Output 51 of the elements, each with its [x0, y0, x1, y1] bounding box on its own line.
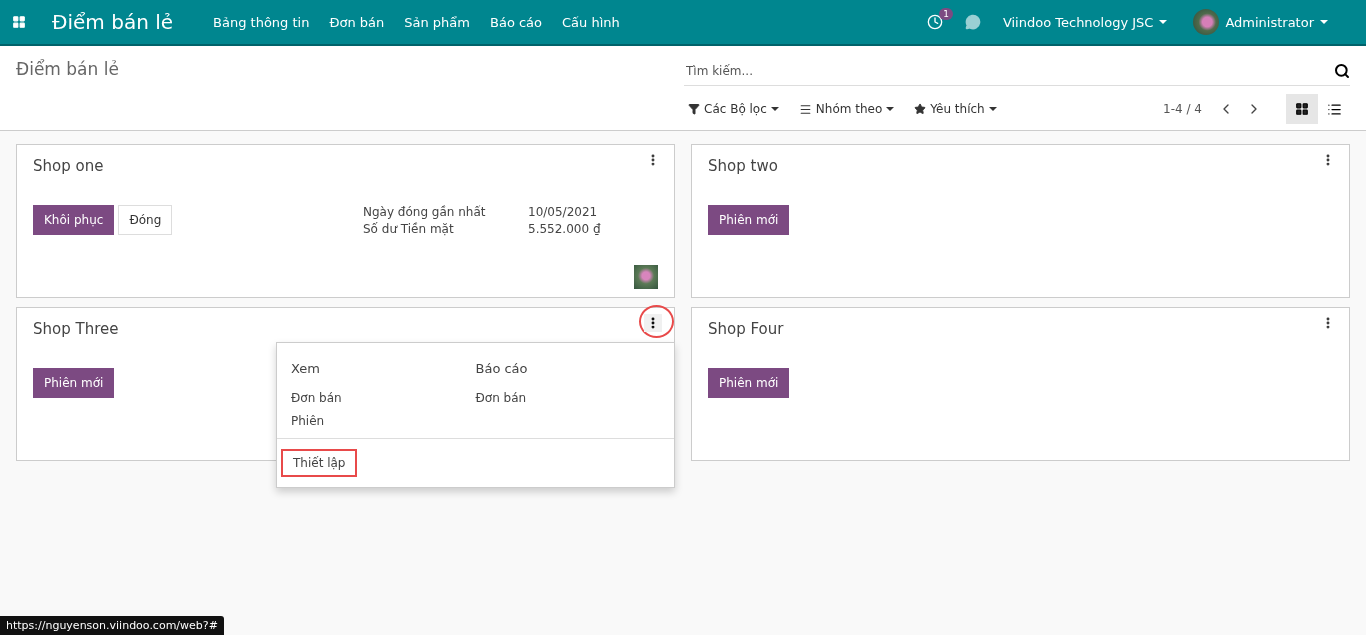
grid-icon	[1295, 102, 1309, 116]
user-avatar	[1193, 9, 1220, 35]
menu-item[interactable]: Đơn bán	[291, 391, 476, 405]
stat-value: 10/05/2021	[528, 205, 599, 219]
list-icon	[1326, 101, 1342, 117]
pager-text: 1-4 / 4	[1163, 102, 1202, 116]
shop-title: Shop Four	[708, 320, 784, 338]
caret-icon	[770, 107, 779, 111]
filter-dropdown-button[interactable]: Yêu thích	[910, 96, 1001, 122]
card-action-button[interactable]: Phiên mới	[33, 368, 115, 398]
stat-value: 5.552.000 ₫	[528, 222, 602, 236]
nav-menu-item[interactable]: Bảng thông tin	[213, 14, 310, 30]
nav-menu-item[interactable]: Sản phẩm	[404, 14, 470, 30]
card-action-button[interactable]: Phiên mới	[708, 205, 790, 235]
caret-icon	[1159, 20, 1168, 24]
nav-menu-item[interactable]: Đơn bán	[329, 14, 385, 30]
card-action-button[interactable]: Đóng	[118, 205, 173, 235]
menu-section-heading: Xem	[291, 361, 321, 376]
user-menu[interactable]: Administrator	[1193, 9, 1328, 35]
menu-item[interactable]: Thiết lập	[281, 449, 358, 477]
star-icon	[914, 103, 927, 115]
caret-icon	[1320, 20, 1328, 24]
caret-icon	[886, 107, 895, 111]
company-switcher[interactable]: Viindoo Technology JSC	[1002, 14, 1168, 30]
activity-clock-icon[interactable]	[926, 14, 943, 30]
nav-menu-item[interactable]: Cấu hình	[562, 14, 620, 30]
menu-item[interactable]: Đơn bán	[475, 391, 660, 405]
app-title: Điểm bán lẻ	[52, 10, 174, 34]
breadcrumb: Điểm bán lẻ	[16, 59, 119, 81]
menu-item[interactable]: Phiên	[291, 414, 476, 428]
view-switch-button[interactable]	[1286, 94, 1318, 124]
apps-menu-icon[interactable]	[12, 15, 26, 29]
shop-title: Shop two	[708, 157, 778, 175]
stat-label: Ngày đóng gần nhất	[363, 205, 487, 219]
caret-icon	[988, 107, 997, 111]
menu-icon	[798, 102, 812, 116]
status-url-tooltip: https://nguyenson.viindoo.com/web?#	[0, 616, 224, 635]
more-options-button[interactable]	[644, 314, 662, 332]
nav-menu-item[interactable]: Báo cáo	[490, 14, 543, 30]
shop-title: Shop one	[33, 157, 104, 175]
stat-label: Số dư Tiền mặt	[363, 222, 455, 236]
card-action-button[interactable]: Khôi phục	[33, 205, 115, 235]
activity-count-badge: 1	[939, 8, 953, 20]
search-icon[interactable]	[1334, 62, 1350, 79]
chat-icon[interactable]	[964, 14, 981, 30]
card-action-button[interactable]: Phiên mới	[708, 368, 790, 398]
shop-title: Shop Three	[33, 320, 119, 338]
filter-dropdown-button[interactable]: Các Bộ lọc	[684, 96, 783, 122]
menu-section-heading: Báo cáo	[475, 361, 529, 376]
filter-dropdown-button[interactable]: Nhóm theo	[794, 96, 899, 122]
filter-icon	[688, 103, 700, 115]
